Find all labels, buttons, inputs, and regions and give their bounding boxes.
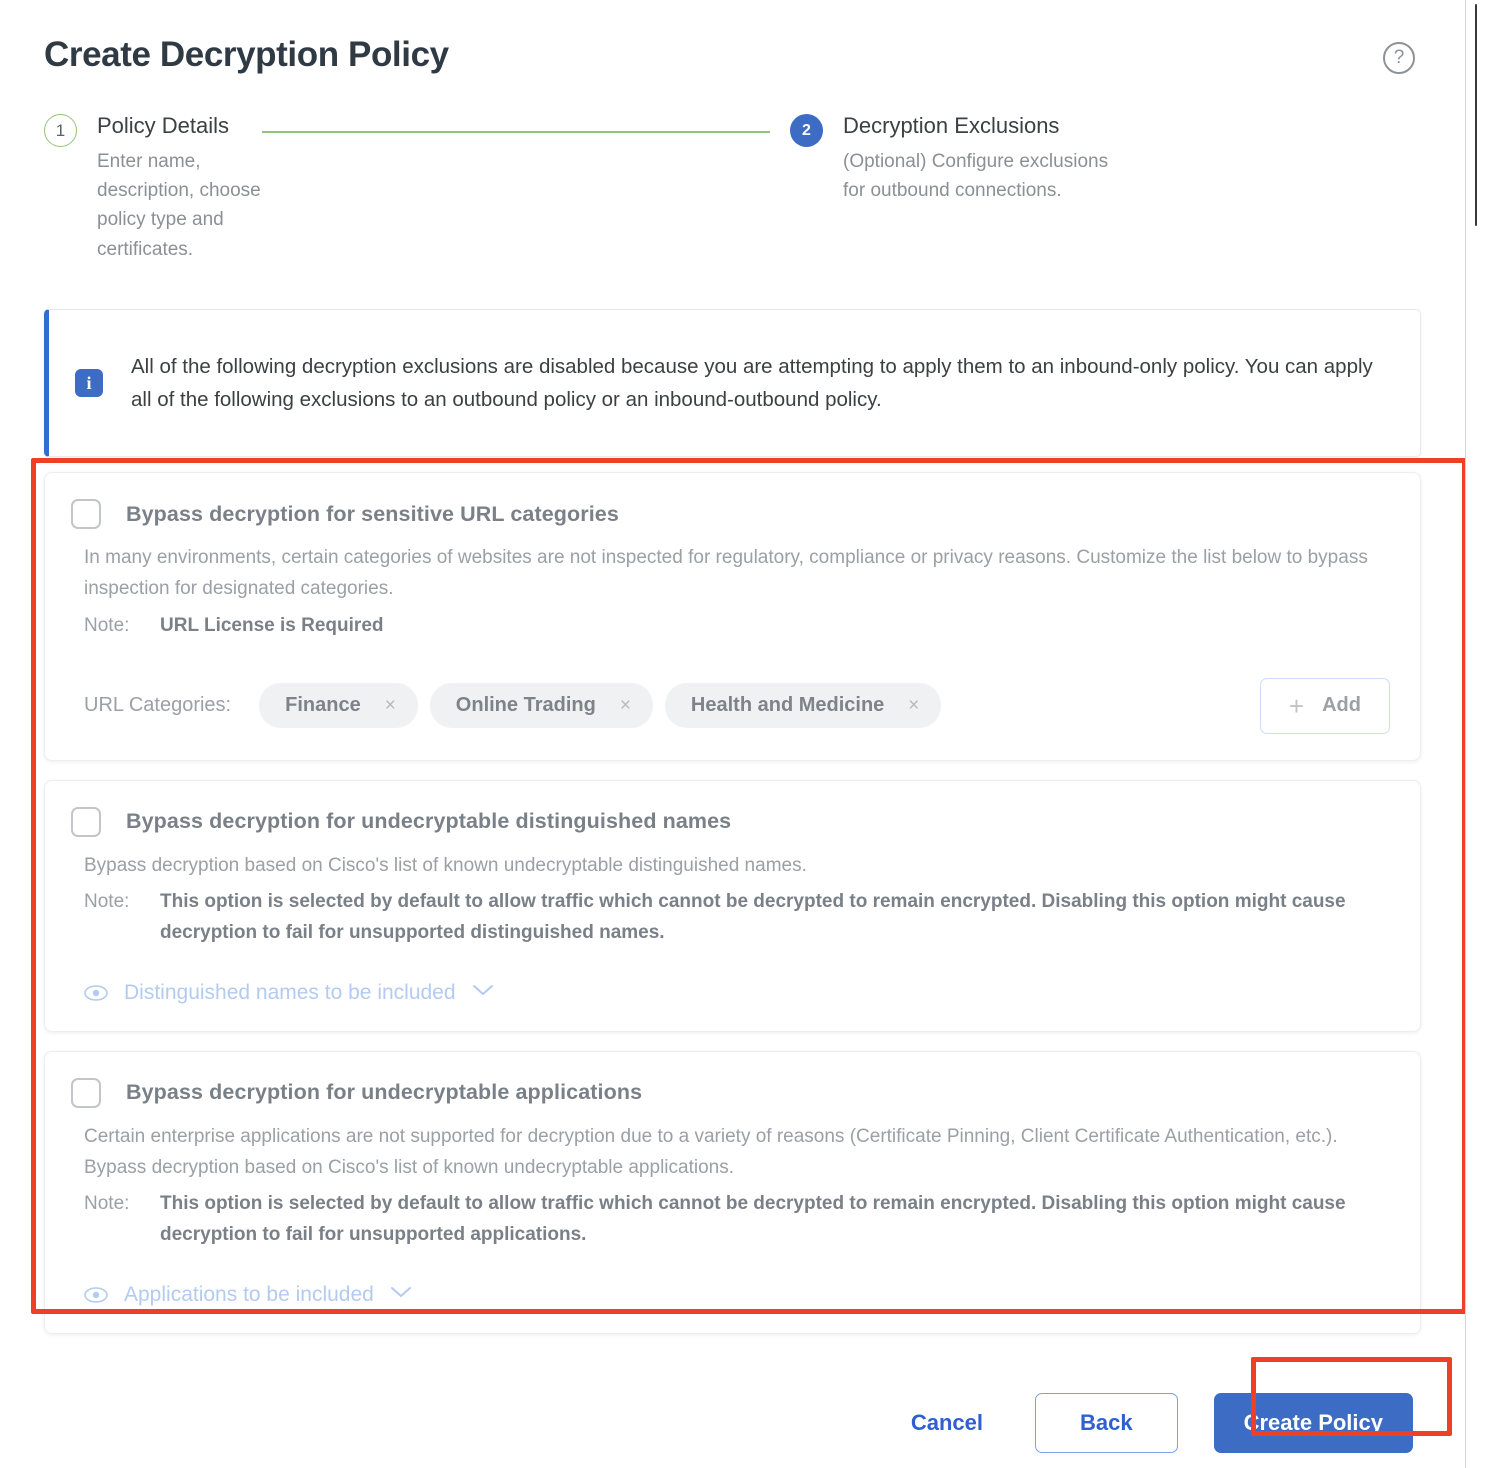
section-1-note-value: URL License is Required <box>160 614 384 636</box>
section-1-note: Note: URL License is Required <box>84 611 1390 642</box>
section-3-body: Certain enterprise applications are not … <box>71 1122 1390 1251</box>
section-2-note-value: This option is selected by default to al… <box>160 891 1346 944</box>
add-url-category-button[interactable]: + Add <box>1259 677 1390 734</box>
section-2-title: Bypass decryption for undecryptable dist… <box>126 809 732 834</box>
back-button[interactable]: Back <box>1035 1392 1178 1453</box>
section-1-description: In many environments, certain categories… <box>84 547 1368 600</box>
chip-remove-icon[interactable]: × <box>620 695 631 717</box>
section-1-body: In many environments, certain categories… <box>71 543 1390 641</box>
section-2-note-label: Note: <box>84 891 130 913</box>
step-2-desc-line1: (Optional) Configure exclusions <box>843 150 1109 172</box>
chip-online-trading[interactable]: Online Trading × <box>429 683 653 729</box>
chevron-down-icon <box>472 983 494 1002</box>
wizard-stepper: 1 Policy Details Enter name, description… <box>0 76 1465 264</box>
help-circle-icon[interactable]: ? <box>1383 42 1415 74</box>
step-1-label: Policy Details <box>97 113 230 138</box>
chip-remove-icon[interactable]: × <box>908 695 919 717</box>
chevron-down-icon <box>390 1285 412 1304</box>
plus-icon: + <box>1288 690 1305 721</box>
section-3-note: Note: This option is selected by default… <box>84 1189 1390 1251</box>
stepper-connector-line <box>262 131 770 133</box>
section-1-header: Bypass decryption for sensitive URL cate… <box>71 499 1390 530</box>
expander-applications[interactable]: Applications to be included <box>71 1283 412 1307</box>
step-decryption-exclusions[interactable]: 2 Decryption Exclusions (Optional) Confi… <box>790 112 1108 205</box>
section-3-note-label: Note: <box>84 1193 130 1215</box>
cancel-button[interactable]: Cancel <box>891 1396 1003 1450</box>
section-3-description: Certain enterprise applications are not … <box>84 1125 1338 1178</box>
section-2-body: Bypass decryption based on Cisco's list … <box>71 851 1390 949</box>
section-3-header: Bypass decryption for undecryptable appl… <box>71 1077 1390 1108</box>
step-2-label: Decryption Exclusions <box>843 113 1060 138</box>
expander-label: Distinguished names to be included <box>124 980 456 1004</box>
stepper-connector-wrap <box>262 112 790 133</box>
exclusion-sections: Bypass decryption for sensitive URL cate… <box>0 457 1465 1334</box>
scrollbar-thumb[interactable] <box>1475 4 1477 226</box>
chip-finance[interactable]: Finance × <box>259 683 418 729</box>
chip-label: Online Trading <box>455 694 596 717</box>
checkbox-bypass-undecryptable-applications[interactable] <box>71 1077 101 1108</box>
section-undecryptable-distinguished-names: Bypass decryption for undecryptable dist… <box>44 779 1421 1032</box>
step-1-desc-line2: policy type and certificates. <box>97 209 224 260</box>
info-icon: i <box>75 369 103 398</box>
chip-health-and-medicine[interactable]: Health and Medicine × <box>664 683 942 729</box>
section-undecryptable-applications: Bypass decryption for undecryptable appl… <box>44 1050 1421 1334</box>
step-2-bullet: 2 <box>790 114 823 147</box>
checkbox-bypass-sensitive-url-categories[interactable] <box>71 499 101 530</box>
section-2-header: Bypass decryption for undecryptable dist… <box>71 806 1390 837</box>
chip-label: Health and Medicine <box>690 694 885 717</box>
page-title: Create Decryption Policy <box>44 35 449 74</box>
chip-label: Finance <box>285 694 361 717</box>
step-1-desc-line1: Enter name, description, choose <box>97 150 261 201</box>
url-categories-label: URL Categories: <box>84 694 232 717</box>
info-banner: i All of the following decryption exclus… <box>44 309 1421 458</box>
section-2-note: Note: This option is selected by default… <box>84 887 1390 949</box>
dialog-create-decryption-policy: Create Decryption Policy ? 1 Policy Deta… <box>0 0 1466 1468</box>
checkbox-bypass-undecryptable-distinguished-names[interactable] <box>71 806 101 837</box>
section-3-note-value: This option is selected by default to al… <box>160 1193 1346 1246</box>
info-banner-message: All of the following decryption exclusio… <box>131 355 1373 412</box>
add-button-label: Add <box>1322 694 1361 717</box>
eye-icon <box>84 1287 108 1303</box>
url-categories-row: URL Categories: Finance × Online Trading… <box>71 677 1390 734</box>
chip-remove-icon[interactable]: × <box>385 695 396 717</box>
step-policy-details[interactable]: 1 Policy Details Enter name, description… <box>44 112 262 264</box>
page-scrollbar[interactable] <box>1466 0 1488 1468</box>
expander-distinguished-names[interactable]: Distinguished names to be included <box>71 981 494 1005</box>
url-categories-chips: Finance × Online Trading × Health and Me… <box>259 683 1260 729</box>
create-policy-button[interactable]: Create Policy <box>1213 1392 1413 1453</box>
step-1-bullet: 1 <box>44 114 77 147</box>
section-3-title: Bypass decryption for undecryptable appl… <box>126 1080 643 1105</box>
section-2-description: Bypass decryption based on Cisco's list … <box>84 854 807 876</box>
section-sensitive-url-categories: Bypass decryption for sensitive URL cate… <box>44 472 1421 761</box>
step-2-desc-line2: for outbound connections. <box>843 179 1062 201</box>
section-1-title: Bypass decryption for sensitive URL cate… <box>126 501 619 526</box>
dialog-header: Create Decryption Policy ? <box>0 0 1465 76</box>
eye-icon <box>84 985 108 1001</box>
section-1-note-label: Note: <box>84 614 130 636</box>
expander-label: Applications to be included <box>124 1282 374 1306</box>
dialog-footer: Cancel Back Create Policy <box>0 1353 1465 1453</box>
